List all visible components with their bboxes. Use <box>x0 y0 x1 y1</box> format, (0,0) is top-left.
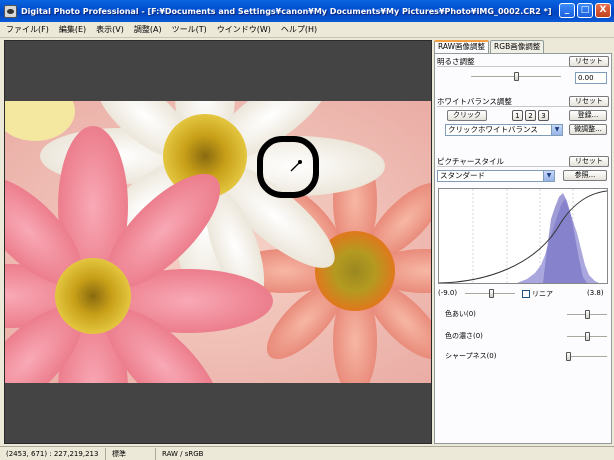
brightness-slider-thumb[interactable] <box>514 72 519 81</box>
brightness-label: 明るさ調整 <box>437 56 475 66</box>
menu-tools[interactable]: ツール(T) <box>172 24 207 35</box>
window-title: Digital Photo Professional - [F:¥Documen… <box>21 6 552 16</box>
status-colorspace: RAW / sRGB <box>162 449 204 458</box>
curve-range-max: (3.8) <box>587 289 604 297</box>
curve-range-min: (-9.0) <box>438 289 458 297</box>
tab-raw-adjust[interactable]: RAW画像調整 <box>434 40 490 53</box>
sharpness-slider-thumb[interactable] <box>566 352 571 361</box>
status-coordinates: (2453, 671) : 227,219,213 <box>0 447 106 460</box>
palette-body: 明るさ調整 リセット 0.00 ホワイトバランス調整 リセット クリック 1 2… <box>434 53 612 444</box>
brightness-value-field[interactable]: 0.00 <box>575 72 607 84</box>
picture-style-label: ピクチャースタイル <box>437 156 505 166</box>
tone-curve-histogram[interactable] <box>438 188 608 284</box>
wb-fine-tune-button[interactable]: 微調整... <box>569 124 607 135</box>
dropdown-arrow-icon: ▼ <box>551 125 562 135</box>
tool-palette: RAW画像調整 RGB画像調整 明るさ調整 リセット 0.00 ホワイトバランス… <box>434 40 612 444</box>
white-balance-section-header: ホワイトバランス調整 リセット <box>437 95 609 107</box>
wb-preset-2-button[interactable]: 2 <box>525 110 536 121</box>
picture-style-reset-button[interactable]: リセット <box>569 155 609 167</box>
picture-style-selected: スタンダード <box>440 171 485 180</box>
menu-help[interactable]: ヘルプ(H) <box>281 24 317 35</box>
linear-checkbox[interactable] <box>522 290 530 298</box>
wb-register-button[interactable]: 登録... <box>569 110 607 121</box>
title-bar: Digital Photo Professional - [F:¥Documen… <box>0 0 614 22</box>
saturation-label: 色の濃さ(0) <box>445 332 483 340</box>
eyedropper-cursor <box>257 136 319 198</box>
app-icon <box>4 4 17 18</box>
maximize-button[interactable]: □ <box>577 3 593 18</box>
status-mode: 標準 <box>106 447 156 460</box>
sharpness-label: シャープネス(0) <box>445 352 497 360</box>
picture-style-select[interactable]: スタンダード ▼ <box>437 170 555 182</box>
minimize-button[interactable]: _ <box>559 3 575 18</box>
close-button[interactable]: X <box>595 3 611 18</box>
menu-bar: ファイル(F) 編集(E) 表示(V) 調整(A) ツール(T) ウインドウ(W… <box>0 22 614 38</box>
picture-style-section-header: ピクチャースタイル リセット <box>437 155 609 167</box>
image-viewer[interactable] <box>4 40 432 444</box>
brightness-reset-button[interactable]: リセット <box>569 55 609 67</box>
tab-rgb-adjust[interactable]: RGB画像調整 <box>490 40 545 53</box>
dropdown-arrow-icon: ▼ <box>543 171 554 181</box>
brightness-section-header: 明るさ調整 リセット <box>437 55 609 67</box>
status-bar: (2453, 671) : 227,219,213 標準 RAW / sRGB <box>0 446 614 460</box>
color-tone-label: 色あい(0) <box>445 310 476 318</box>
menu-edit[interactable]: 編集(E) <box>59 24 86 35</box>
wb-preset-3-button[interactable]: 3 <box>538 110 549 121</box>
white-balance-select[interactable]: クリックホワイトバランス ▼ <box>445 124 563 136</box>
palette-tabs: RAW画像調整 RGB画像調整 <box>434 40 612 53</box>
white-balance-label: ホワイトバランス調整 <box>437 96 512 106</box>
picture-style-browse-button[interactable]: 参照... <box>563 170 607 181</box>
menu-view[interactable]: 表示(V) <box>96 24 124 35</box>
menu-window[interactable]: ウインドウ(W) <box>217 24 271 35</box>
linear-label: リニア <box>532 290 553 298</box>
window-controls: _ □ X <box>559 3 611 18</box>
menu-file[interactable]: ファイル(F) <box>6 24 49 35</box>
click-white-balance-button[interactable]: クリック <box>447 110 487 121</box>
saturation-slider-thumb[interactable] <box>585 332 590 341</box>
white-balance-reset-button[interactable]: リセット <box>569 95 609 107</box>
white-balance-selected: クリックホワイトバランス <box>448 125 538 134</box>
curve-range-slider-thumb[interactable] <box>489 289 494 298</box>
menu-adjust[interactable]: 調整(A) <box>134 24 162 35</box>
color-tone-slider-thumb[interactable] <box>585 310 590 319</box>
flower-photo[interactable] <box>5 101 432 383</box>
sharpness-slider-track[interactable] <box>567 356 607 358</box>
wb-preset-1-button[interactable]: 1 <box>512 110 523 121</box>
